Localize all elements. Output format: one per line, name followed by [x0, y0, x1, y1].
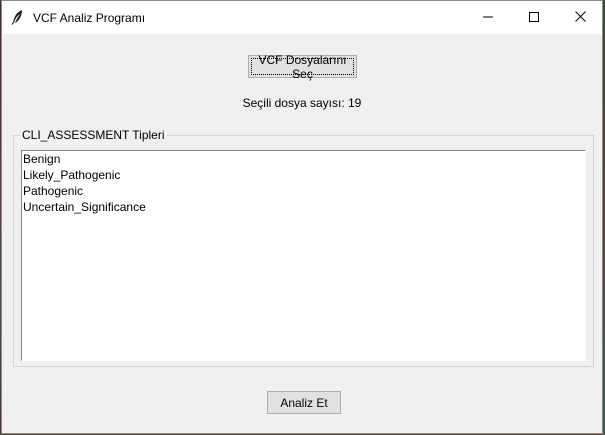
- maximize-button[interactable]: [511, 1, 557, 34]
- list-item[interactable]: Likely_Pathogenic: [22, 167, 585, 183]
- window-content: VCF Dosyalarını Seç Seçili dosya sayısı:…: [2, 34, 602, 433]
- minimize-icon: [483, 9, 493, 27]
- minimize-button[interactable]: [465, 1, 511, 34]
- select-vcf-files-button[interactable]: VCF Dosyalarını Seç: [248, 53, 357, 81]
- maximize-icon: [529, 9, 539, 27]
- title-bar[interactable]: VCF Analiz Programı: [2, 1, 602, 34]
- window-title: VCF Analiz Programı: [33, 11, 146, 25]
- close-icon: [574, 9, 586, 27]
- list-item[interactable]: Uncertain_Significance: [22, 199, 585, 215]
- app-window: VCF Analiz Programı VCF Dosyalarını Seç …: [1, 0, 603, 434]
- assessment-types-listbox[interactable]: Benign Likely_Pathogenic Pathogenic Unce…: [21, 150, 586, 361]
- feather-icon: [11, 9, 25, 25]
- close-button[interactable]: [557, 1, 603, 34]
- selected-file-count-label: Seçili dosya sayısı: 19: [242, 96, 362, 110]
- assessment-groupbox-title: CLI_ASSESSMENT Tipleri: [20, 128, 167, 142]
- analyze-button[interactable]: Analiz Et: [267, 391, 341, 414]
- list-item[interactable]: Pathogenic: [22, 183, 585, 199]
- list-item[interactable]: Benign: [22, 151, 585, 167]
